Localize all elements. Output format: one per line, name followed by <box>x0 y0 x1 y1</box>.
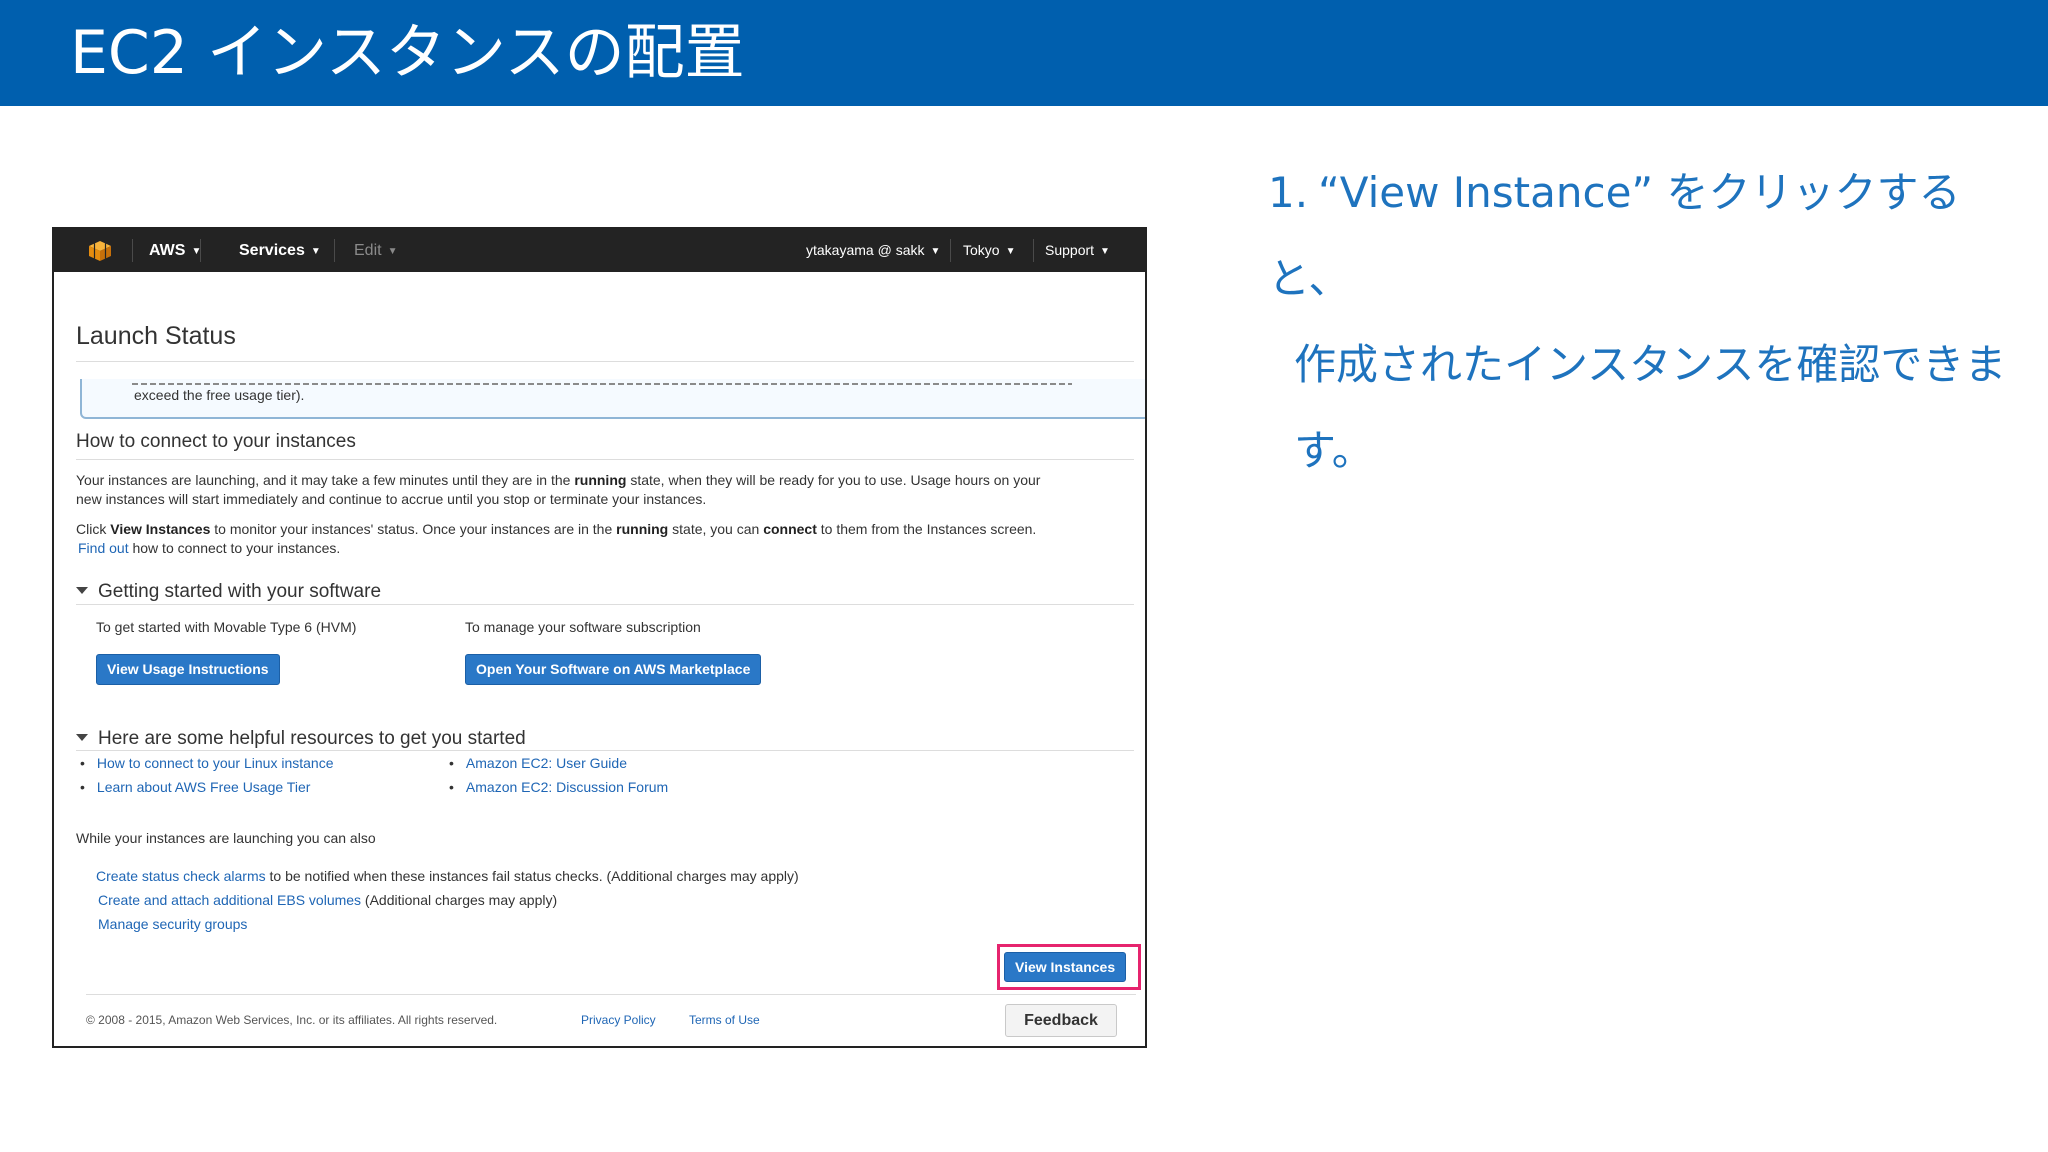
list-item[interactable]: Amazon EC2: User Guide <box>449 751 668 775</box>
info-box-cut-text <box>132 383 1072 385</box>
slide-header: EC2 インスタンスの配置 <box>0 0 2048 106</box>
expand-triangle-icon <box>76 587 88 594</box>
section-divider <box>76 459 1134 460</box>
chevron-down-icon: ▼ <box>310 246 321 257</box>
nav-divider <box>200 239 201 262</box>
view-usage-instructions-button[interactable]: View Usage Instructions <box>96 654 280 685</box>
chevron-down-icon: ▼ <box>1100 246 1110 257</box>
support-menu[interactable]: Support ▼ <box>1045 229 1110 272</box>
find-out-link[interactable]: Find out <box>78 540 129 556</box>
billing-info-box: exceed the free usage tier). <box>80 379 1145 419</box>
title-divider <box>76 361 1134 362</box>
services-menu[interactable]: Services ▼ <box>239 229 321 272</box>
create-status-alarms-link[interactable]: Create status check alarms <box>96 868 266 884</box>
region-menu[interactable]: Tokyo ▼ <box>963 229 1015 272</box>
list-item[interactable]: Amazon EC2: Discussion Forum <box>449 775 668 799</box>
also-links: Create status check alarms to be notifie… <box>96 868 799 932</box>
nav-divider <box>1033 239 1034 262</box>
software-left-label: To get started with Movable Type 6 (HVM) <box>96 619 357 635</box>
privacy-policy-link[interactable]: Privacy Policy <box>581 1013 656 1027</box>
account-menu[interactable]: ytakayama @ sakk ▼ <box>806 229 940 272</box>
manage-security-groups-link[interactable]: Manage security groups <box>98 916 247 932</box>
terms-of-use-link[interactable]: Terms of Use <box>689 1013 760 1027</box>
resources-heading[interactable]: Here are some helpful resources to get y… <box>76 728 526 750</box>
nav-divider <box>334 239 335 262</box>
software-right-label: To manage your software subscription <box>465 619 701 635</box>
footer-copyright: © 2008 - 2015, Amazon Web Services, Inc.… <box>86 1013 498 1027</box>
nav-divider <box>132 239 133 262</box>
open-marketplace-button[interactable]: Open Your Software on AWS Marketplace <box>465 654 762 685</box>
section-divider <box>76 604 1134 605</box>
software-heading[interactable]: Getting started with your software <box>76 581 381 603</box>
aws-navbar: AWS ▼ Services ▼ Edit ▼ ytakayama @ sakk ▼ T… <box>54 229 1145 272</box>
aws-menu[interactable]: AWS ▼ <box>149 229 201 272</box>
instruction-line-3: す。 <box>1294 426 1374 475</box>
create-ebs-volumes-link[interactable]: Create and attach additional EBS volumes <box>98 892 361 908</box>
connect-heading: How to connect to your instances <box>76 431 356 452</box>
feedback-button[interactable]: Feedback <box>1005 1004 1117 1037</box>
instruction-number: 1. <box>1268 168 1309 217</box>
instruction-line-1: 1. “View Instance” をクリックすると、 <box>1268 150 2028 322</box>
footer-divider <box>86 994 1136 995</box>
edit-menu[interactable]: Edit ▼ <box>354 229 397 272</box>
resources-right-list: Amazon EC2: User Guide Amazon EC2: Discu… <box>449 751 668 799</box>
instruction-text: 1. “View Instance” をクリックすると、 作成されたインスタンスを… <box>1268 150 2028 494</box>
chevron-down-icon: ▼ <box>387 246 398 257</box>
page-title: Launch Status <box>76 322 236 350</box>
connect-paragraph-2: Click View Instances to monitor your ins… <box>76 521 1037 556</box>
also-heading: While your instances are launching you c… <box>76 830 376 846</box>
list-item[interactable]: Learn about AWS Free Usage Tier <box>80 775 333 799</box>
resources-left-list: How to connect to your Linux instance Le… <box>80 751 334 799</box>
expand-triangle-icon <box>76 734 88 741</box>
chevron-down-icon: ▼ <box>1005 246 1016 257</box>
aws-cube-icon[interactable] <box>88 240 112 262</box>
nav-divider <box>950 239 951 262</box>
instruction-line-2: 作成されたインスタンスを確認できま <box>1294 340 2007 389</box>
slide-title: EC2 インスタンスの配置 <box>70 18 745 88</box>
list-item[interactable]: How to connect to your Linux instance <box>80 751 334 775</box>
info-box-text: exceed the free usage tier). <box>134 387 305 403</box>
connect-paragraph-1: Your instances are launching, and it may… <box>76 472 1041 507</box>
aws-console-screenshot: AWS ▼ Services ▼ Edit ▼ ytakayama @ sakk ▼ T… <box>52 227 1147 1048</box>
chevron-down-icon: ▼ <box>930 246 941 257</box>
view-instances-button[interactable]: View Instances <box>1004 952 1127 982</box>
